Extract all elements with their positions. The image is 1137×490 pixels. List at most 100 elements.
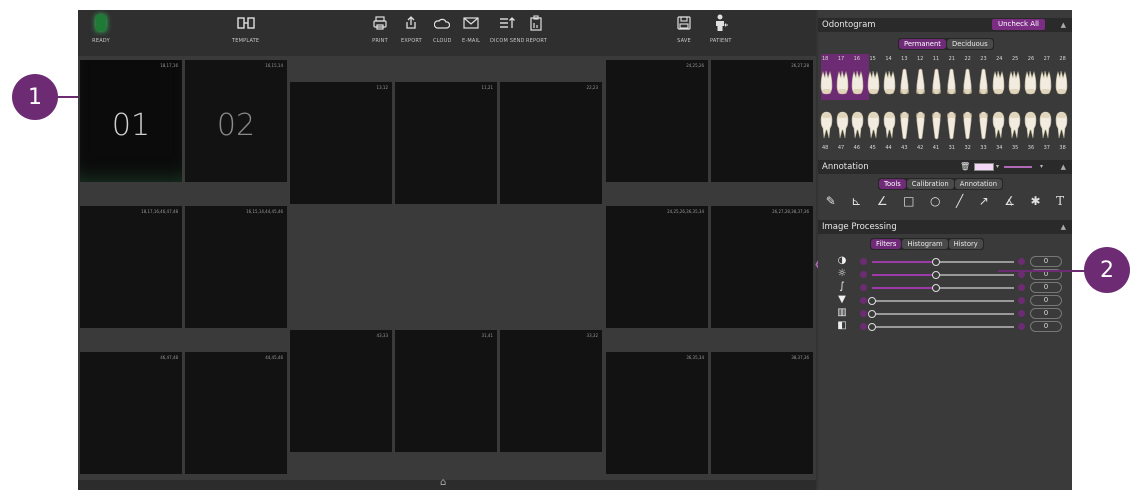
lower-tooth[interactable] xyxy=(898,110,911,140)
line-style-selector[interactable] xyxy=(1004,166,1032,168)
lower-tooth-number[interactable]: 37 xyxy=(1044,145,1050,151)
slider-value[interactable]: 0 xyxy=(1030,295,1062,306)
upper-tooth-number[interactable]: 13 xyxy=(901,56,907,62)
lower-tooth-number[interactable]: 32 xyxy=(964,145,970,151)
image-slot[interactable]: 33,32 xyxy=(500,330,602,452)
dicom-send-button[interactable]: DICOM SEND xyxy=(490,14,525,44)
lower-tooth-number[interactable]: 43 xyxy=(901,145,907,151)
lower-tooth-number[interactable]: 42 xyxy=(917,145,923,151)
collapse-chevron-icon[interactable]: ▲ xyxy=(1061,160,1066,174)
upper-tooth[interactable] xyxy=(977,68,990,96)
save-button[interactable]: SAVE xyxy=(675,14,693,44)
upper-tooth-number[interactable]: 22 xyxy=(964,56,970,62)
tab-permanent[interactable]: Permanent xyxy=(899,39,946,49)
lower-tooth[interactable] xyxy=(930,110,943,140)
upper-tooth-number[interactable]: 27 xyxy=(1044,56,1050,62)
slider-track[interactable] xyxy=(872,300,1014,302)
increase-button[interactable] xyxy=(1018,297,1025,304)
upper-tooth[interactable] xyxy=(1039,68,1052,96)
decrease-button[interactable] xyxy=(860,271,867,278)
ready-button[interactable]: READY xyxy=(92,14,110,44)
export-button[interactable]: EXPORT xyxy=(401,14,422,44)
lower-tooth[interactable] xyxy=(977,110,990,140)
lower-tooth-number[interactable]: 46 xyxy=(854,145,860,151)
tab-histogram[interactable]: Histogram xyxy=(902,239,948,249)
slider-value[interactable]: 0 xyxy=(1030,308,1062,319)
decrease-button[interactable] xyxy=(860,258,867,265)
trash-icon[interactable]: 🗑 xyxy=(960,160,970,174)
upper-tooth[interactable] xyxy=(930,68,943,96)
image-slot[interactable]: 18,17,16 01 xyxy=(80,60,182,182)
upper-tooth[interactable] xyxy=(1024,68,1037,96)
cloud-button[interactable]: CLOUD xyxy=(433,14,452,44)
lower-tooth-number[interactable]: 38 xyxy=(1059,145,1065,151)
upper-tooth-number[interactable]: 17 xyxy=(838,56,844,62)
lower-tooth-number[interactable]: 33 xyxy=(980,145,986,151)
uncheck-all-button[interactable]: Uncheck All xyxy=(992,19,1045,30)
image-slot[interactable]: 22,23 xyxy=(500,82,602,204)
lower-tooth-number[interactable]: 44 xyxy=(885,145,891,151)
lower-tooth[interactable] xyxy=(851,110,864,140)
arrow-icon[interactable]: ↗ xyxy=(979,194,989,208)
upper-tooth[interactable] xyxy=(851,68,864,96)
upper-tooth-number[interactable]: 16 xyxy=(854,56,860,62)
image-slot[interactable]: 46,47,48 xyxy=(80,352,182,474)
tab-history[interactable]: History xyxy=(948,239,983,249)
lower-tooth[interactable] xyxy=(820,110,833,140)
slider-value[interactable]: 0 xyxy=(1030,256,1062,267)
lower-tooth[interactable] xyxy=(945,110,958,140)
upper-tooth[interactable] xyxy=(836,68,849,96)
slider-track[interactable] xyxy=(872,313,1014,315)
odontogram-header[interactable]: Odontogram Uncheck All ▲ xyxy=(818,18,1072,32)
image-slot[interactable]: 26,27,28,38,37,36 xyxy=(711,206,813,328)
lower-tooth[interactable] xyxy=(867,110,880,140)
circle-icon[interactable]: ○ xyxy=(930,194,940,208)
slider-value[interactable]: 0 xyxy=(1030,282,1062,293)
upper-tooth-number[interactable]: 24 xyxy=(996,56,1002,62)
lower-tooth-number[interactable]: 41 xyxy=(933,145,939,151)
upper-tooth-number[interactable]: 14 xyxy=(885,56,891,62)
lower-tooth-number[interactable]: 36 xyxy=(1028,145,1034,151)
template-button[interactable]: TEMPLATE xyxy=(232,14,259,44)
upper-tooth[interactable] xyxy=(883,68,896,96)
upper-tooth-number[interactable]: 21 xyxy=(949,56,955,62)
lower-tooth[interactable] xyxy=(836,110,849,140)
upper-tooth[interactable] xyxy=(867,68,880,96)
slider-knob[interactable] xyxy=(868,323,876,331)
rectangle-icon[interactable]: □ xyxy=(903,194,914,208)
upper-tooth-number[interactable]: 15 xyxy=(869,56,875,62)
annotation-header[interactable]: Annotation 🗑 ▾ ▾ ▲ xyxy=(818,160,1072,174)
tab-filters[interactable]: Filters xyxy=(871,239,902,249)
upper-tooth[interactable] xyxy=(914,68,927,96)
text-icon[interactable]: T xyxy=(1056,194,1064,208)
upper-tooth[interactable] xyxy=(820,68,833,96)
lower-tooth[interactable] xyxy=(914,110,927,140)
lower-tooth-number[interactable]: 47 xyxy=(838,145,844,151)
image-slot[interactable]: 24,25,26,36,35,34 xyxy=(606,206,708,328)
slider-knob[interactable] xyxy=(931,258,940,266)
image-slot[interactable]: 44,45,46 xyxy=(185,352,287,474)
upper-tooth-number[interactable]: 23 xyxy=(980,56,986,62)
increase-button[interactable] xyxy=(1018,258,1025,265)
slider-knob[interactable] xyxy=(868,310,876,318)
report-button[interactable]: REPORT xyxy=(526,14,547,44)
lower-tooth-number[interactable]: 34 xyxy=(996,145,1002,151)
print-button[interactable]: PRINT xyxy=(371,14,389,44)
upper-tooth[interactable] xyxy=(992,68,1005,96)
image-slot[interactable]: 18,17,16,46,47,48 xyxy=(80,206,182,328)
slider-value[interactable]: 0 xyxy=(1030,321,1062,332)
image-slot[interactable]: 43,33 xyxy=(290,330,392,452)
image-slot[interactable]: 16,15,14,44,45,46 xyxy=(185,206,287,328)
image-slot[interactable]: 11,21 xyxy=(395,82,497,204)
color-dropdown-icon[interactable]: ▾ xyxy=(996,160,999,174)
slider-knob[interactable] xyxy=(931,271,940,279)
upper-tooth-number[interactable]: 18 xyxy=(822,56,828,62)
lower-tooth-number[interactable]: 48 xyxy=(822,145,828,151)
tab-deciduous[interactable]: Deciduous xyxy=(946,39,993,49)
lower-tooth[interactable] xyxy=(1055,110,1068,140)
image-slot[interactable]: 26,27,28 xyxy=(711,60,813,182)
tab-annotation[interactable]: Annotation xyxy=(954,179,1003,189)
line-style-dropdown-icon[interactable]: ▾ xyxy=(1040,160,1043,174)
image-slot[interactable]: 13,12 xyxy=(290,82,392,204)
lower-tooth[interactable] xyxy=(883,110,896,140)
